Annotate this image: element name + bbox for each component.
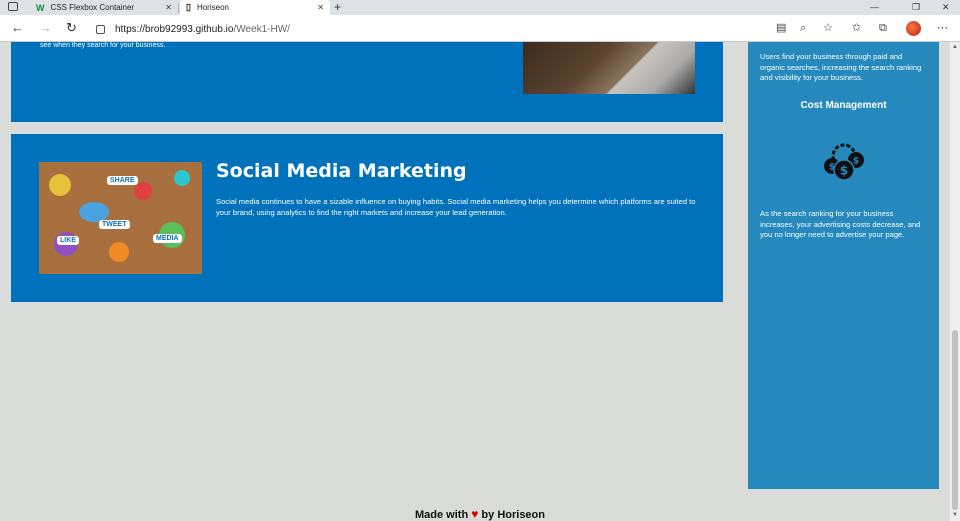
page-icon: ▯ <box>186 2 191 12</box>
tab-title: Horiseon <box>196 3 229 12</box>
tab-horiseon[interactable]: ▯ Horiseon ✕ <box>180 0 330 15</box>
benefits-sidebar: Users find your business through paid an… <box>748 42 939 489</box>
social-media-image: SHARE TWEET LIKE MEDIA <box>39 162 202 274</box>
like-tag: LIKE <box>57 236 79 245</box>
heart-icon: ♥ <box>471 507 479 521</box>
w3schools-icon: W <box>36 2 45 13</box>
reader-view-icon[interactable]: ▤ <box>776 21 786 35</box>
tweet-tag: TWEET <box>99 220 130 229</box>
benefit-text: As the search ranking for your business … <box>760 209 921 239</box>
share-tag: SHARE <box>107 176 138 185</box>
zoom-icon[interactable]: ⌕ <box>800 21 806 35</box>
tab-css-flexbox[interactable]: W CSS Flexbox Container ✕ <box>30 0 178 15</box>
lock-icon[interactable] <box>96 24 105 34</box>
scroll-up-icon[interactable]: ▲ <box>952 44 958 50</box>
maximize-button[interactable]: ❐ <box>912 0 920 14</box>
cost-management-icon: $ $ $ <box>824 143 864 181</box>
url-path: /Week1-HW/ <box>233 23 290 35</box>
tab-title: CSS Flexbox Container <box>50 3 135 12</box>
minimize-button[interactable]: — <box>870 0 879 14</box>
collections-icon[interactable]: ⧉ <box>879 21 887 35</box>
footer: Made with ♥ by Horiseon <box>0 507 960 521</box>
forward-icon[interactable]: → <box>39 21 52 35</box>
close-window-button[interactable]: ✕ <box>942 0 950 14</box>
section-body: Social media continues to have a sizable… <box>216 197 696 217</box>
close-tab-icon[interactable]: ✕ <box>165 3 172 12</box>
add-favorite-icon[interactable]: ☆ <box>823 21 833 35</box>
back-icon[interactable]: ← <box>11 21 24 35</box>
media-tag: MEDIA <box>153 234 182 243</box>
scroll-down-icon[interactable]: ▼ <box>952 512 958 518</box>
benefit-text: Users find your business through paid an… <box>760 52 922 82</box>
close-tab-icon[interactable]: ✕ <box>317 3 324 12</box>
url-field[interactable]: https://brob92993.github.io /Week1-HW/ <box>96 20 756 38</box>
tab-actions-icon[interactable] <box>8 2 18 11</box>
footer-by: by Horiseon <box>481 509 545 521</box>
favorites-icon[interactable]: ✩ <box>852 21 861 35</box>
address-bar: ← → ↻ https://brob92993.github.io /Week1… <box>0 15 960 42</box>
laptop-image <box>523 42 695 94</box>
new-tab-button[interactable]: + <box>334 0 341 14</box>
benefit-heading: Cost Management <box>800 100 887 111</box>
tab-bar: W CSS Flexbox Container ✕ ▯ Horiseon ✕ +… <box>0 0 960 15</box>
search-engine-card: see when they search for your business. <box>11 42 723 122</box>
url-domain: https://brob92993.github.io <box>115 23 234 35</box>
section-heading: Social Media Marketing <box>216 160 467 182</box>
svg-text:$: $ <box>829 163 835 173</box>
vertical-scrollbar[interactable]: ▲ ▼ <box>950 42 960 521</box>
svg-text:$: $ <box>853 157 859 167</box>
more-menu-icon[interactable]: ⋯ <box>937 21 948 35</box>
card-text: see when they search for your business. <box>40 42 166 49</box>
scrollbar-thumb[interactable] <box>952 330 958 510</box>
social-media-card: SHARE TWEET LIKE MEDIA Social Media Mark… <box>11 134 723 302</box>
profile-avatar[interactable] <box>906 21 921 36</box>
footer-made-with: Made with <box>415 509 469 521</box>
svg-text:$: $ <box>840 164 848 178</box>
page-viewport: see when they search for your business. … <box>0 42 960 521</box>
tab-separator <box>178 3 179 13</box>
refresh-icon[interactable]: ↻ <box>66 21 77 35</box>
